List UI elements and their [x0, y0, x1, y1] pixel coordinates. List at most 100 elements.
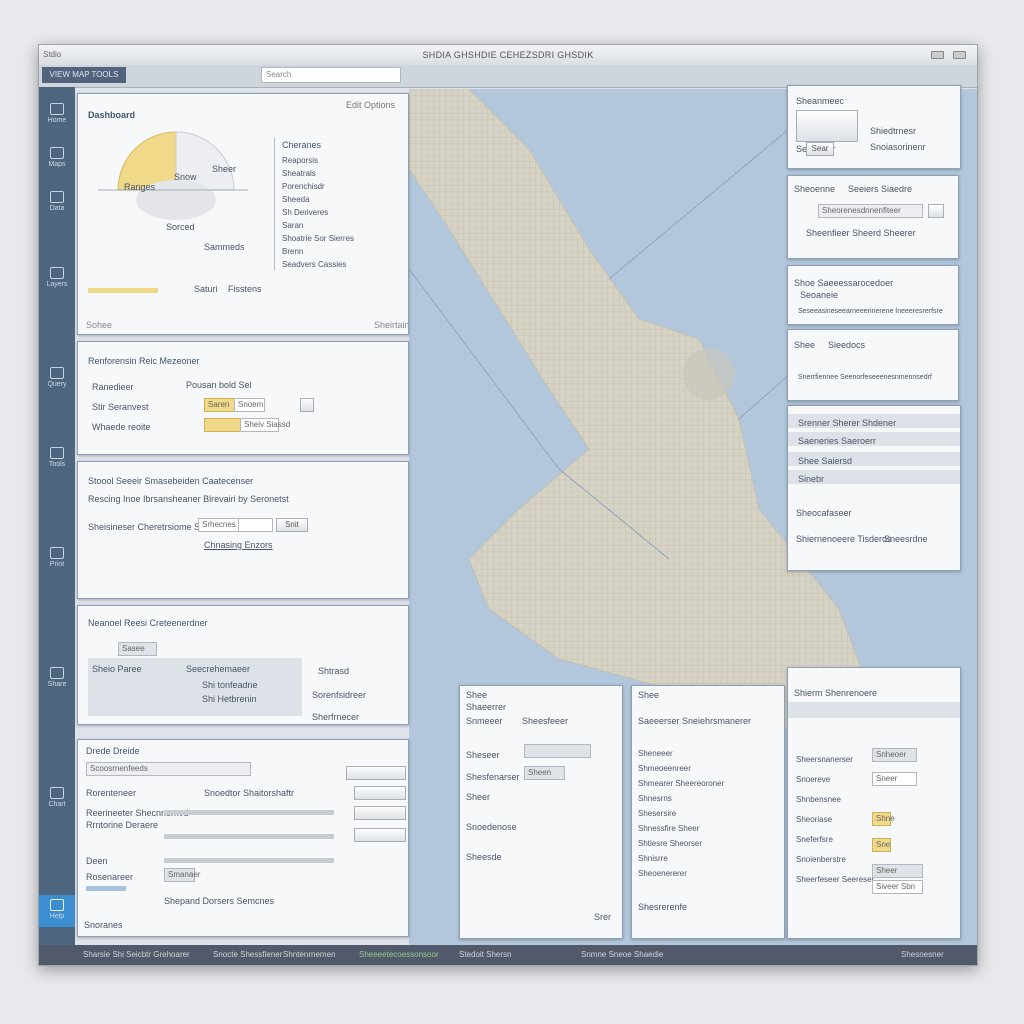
preview-box[interactable] — [796, 110, 858, 142]
legend-item: Sheeda — [282, 195, 310, 204]
sidebar-item-help[interactable]: Help — [39, 895, 75, 927]
list-item[interactable]: Shesersire — [638, 806, 724, 821]
map-icon — [50, 147, 64, 159]
list-button[interactable] — [354, 806, 406, 820]
list-item[interactable]: Sheneeer — [638, 746, 724, 761]
maximize-button[interactable] — [953, 51, 966, 59]
list-item[interactable]: Snoereve — [796, 770, 874, 790]
layers-icon — [50, 267, 64, 279]
legend-item: Sheatrals — [282, 169, 316, 178]
panel-button[interactable]: Sear — [806, 142, 834, 156]
list-block: Sheneeer Shmeoeenreer Shmearer Sheereoro… — [638, 746, 724, 881]
progress-bar — [88, 288, 158, 293]
panel-title: Shee — [638, 690, 660, 700]
panel-field-highlight[interactable]: Shne — [872, 812, 895, 826]
list-item[interactable]: Sneferfsre — [796, 830, 874, 850]
list-item[interactable]: Shmearer Sheereoroner — [638, 776, 724, 791]
list-item[interactable]: Sheoenererer — [638, 866, 724, 881]
legend-item: Brenn — [282, 247, 304, 256]
form-label: Whaede reoite — [92, 422, 151, 432]
wrench-icon — [50, 447, 64, 459]
list-item[interactable]: Rrntorine Deraere — [86, 820, 158, 830]
chart-icon — [50, 787, 64, 799]
sidebar-item-print[interactable]: Print — [39, 547, 75, 568]
list-item[interactable]: Snoedtor Shaitorshaftr — [204, 788, 294, 798]
legend-item: Sh Deriveres — [282, 208, 329, 217]
list-item[interactable]: Snoienberstre — [796, 850, 874, 870]
list-item[interactable]: Deen — [86, 856, 108, 866]
form-field[interactable]: Snoem — [234, 398, 265, 412]
panel-right-5: Srenner Sherer Shdener Saeneries Saeroer… — [787, 405, 961, 571]
list-item[interactable]: Sinebr — [798, 474, 824, 484]
minimize-button[interactable] — [931, 51, 944, 59]
panel-field[interactable]: Snheoer — [872, 748, 917, 762]
footer-label: Saturi — [194, 284, 218, 294]
list-status: Snoranes — [84, 920, 123, 930]
checkbox[interactable] — [300, 398, 314, 412]
panel-field[interactable]: Sheen — [524, 766, 565, 780]
panel-field[interactable]: Sheorenesdnnenfiteer — [818, 204, 923, 218]
form-field-highlight[interactable] — [204, 418, 243, 432]
panel-field[interactable] — [524, 744, 591, 758]
panel-field[interactable]: Sheer — [872, 864, 923, 878]
list-item[interactable]: Shesfenarser — [466, 772, 520, 782]
sidebar-item-query[interactable]: Query — [39, 367, 75, 388]
panel-right-3: Shoe Saeeessarocedoer Seoaneie Seseeasin… — [787, 265, 959, 325]
settings-field[interactable]: Srhecnes — [198, 518, 239, 532]
list-item[interactable]: Saeneries Saeroerr — [798, 436, 876, 446]
list-button[interactable] — [354, 786, 406, 800]
list-item[interactable]: Shnisrre — [638, 851, 724, 866]
panel-field-highlight[interactable]: Sne — [872, 838, 891, 852]
settings-button[interactable]: Snit — [276, 518, 308, 532]
list-item[interactable]: Sheerfeseer Seereser — [796, 870, 874, 890]
road-line — [608, 128, 790, 280]
menu-button[interactable]: VIEW MAP TOOLS — [42, 67, 126, 83]
settings-field[interactable] — [238, 518, 273, 532]
sidebar-item-label: Home — [47, 117, 67, 124]
list-search-input[interactable]: Scoosrnenfeeds — [86, 762, 251, 776]
list-item[interactable]: Sheersnanerser — [796, 750, 874, 770]
list-item[interactable]: Shnbensnee — [796, 790, 874, 810]
list-item[interactable]: Sheer — [466, 792, 490, 802]
sidebar-item-maps[interactable]: Maps — [39, 147, 75, 168]
sidebar-item-share[interactable]: Share — [39, 667, 75, 688]
list-item[interactable]: Shnessfire Sheer — [638, 821, 724, 836]
panel-field[interactable]: Siveer Sbn — [872, 880, 923, 894]
list-item[interactable]: Shmeoeenreer — [638, 761, 724, 776]
list-button[interactable] — [346, 766, 406, 780]
panel-footer: Srer — [594, 912, 612, 922]
table-field[interactable]: Sasee — [118, 642, 157, 656]
settings-link[interactable]: Chnasing Enzors — [204, 540, 273, 550]
sidebar-item-chart[interactable]: Chart — [39, 787, 75, 808]
sidebar-item-layers[interactable]: Layers — [39, 267, 75, 288]
form-field-highlight[interactable]: Saren — [204, 398, 235, 412]
form-field[interactable]: Sheiv Siassd — [240, 418, 290, 432]
sidebar-item-label: Tools — [48, 461, 66, 468]
sidebar-item-data[interactable]: Data — [39, 191, 75, 212]
search-input[interactable]: Search — [261, 67, 401, 83]
list-item[interactable]: Rorenteneer — [86, 788, 136, 798]
panel-header-link[interactable]: Edit Options — [346, 100, 395, 110]
list-bar — [86, 886, 126, 891]
list-item[interactable]: Rosenareer — [86, 872, 133, 882]
list-item[interactable]: Sheseer — [466, 750, 500, 760]
list-button[interactable] — [354, 828, 406, 842]
list-item[interactable]: Shee Saiersd — [798, 456, 852, 466]
list-item[interactable]: Sheoriase — [796, 810, 874, 830]
list-item[interactable]: Sheesde — [466, 852, 502, 862]
list-item[interactable]: Sheesfeeer — [522, 716, 568, 726]
sidebar-item-tools[interactable]: Tools — [39, 447, 75, 468]
list-item[interactable]: Shnesrns — [638, 791, 724, 806]
panel-button[interactable] — [928, 204, 944, 218]
panel-label: Shoe Saeeessarocedoer — [794, 278, 894, 288]
list-item[interactable]: Snoedenose — [466, 822, 517, 832]
list-item[interactable]: Shtiesre Sheorser — [638, 836, 724, 851]
legend-item: Saran — [282, 221, 304, 230]
share-icon — [50, 667, 64, 679]
form-label: Stir Seranvest — [92, 402, 149, 412]
list-item[interactable]: Srenner Sherer Shdener — [798, 418, 896, 428]
list-item[interactable]: Snmeeer — [466, 716, 503, 726]
list-field[interactable]: Smanaer — [164, 868, 200, 882]
sidebar-item-home[interactable]: Home — [39, 103, 75, 124]
panel-field[interactable]: Sneer — [872, 772, 917, 786]
